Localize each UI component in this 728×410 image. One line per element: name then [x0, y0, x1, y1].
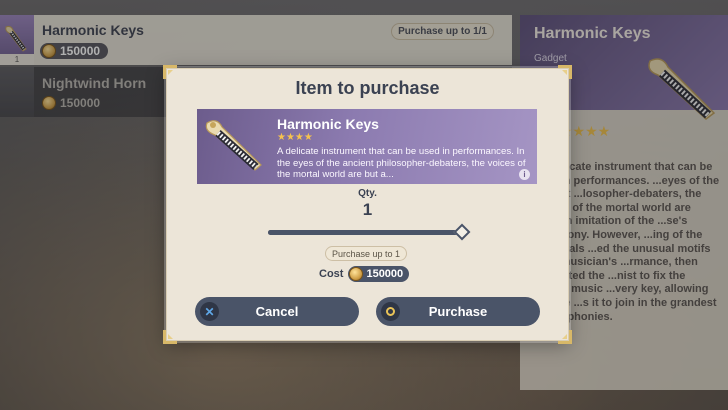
corner-ornament-icon	[163, 65, 177, 79]
purchase-dialog: Item to purchase Harmonic Keys ★★★★ A de…	[163, 65, 572, 344]
item-name: Harmonic Keys	[277, 116, 379, 132]
cost-value: 150000	[366, 268, 404, 280]
mora-coin-icon	[349, 267, 364, 281]
quantity-label: Qty.	[358, 188, 377, 199]
cancel-button[interactable]: ✕ Cancel	[195, 297, 359, 326]
cancel-button-label: Cancel	[255, 304, 299, 319]
dialog-title: Item to purchase	[295, 78, 440, 98]
item-description: A delicate instrument that can be used i…	[277, 146, 526, 180]
x-button-icon: ✕	[200, 302, 219, 321]
item-rarity-stars: ★★★★	[277, 132, 313, 143]
purchase-button[interactable]: Purchase	[376, 297, 540, 326]
slider-fill	[268, 230, 462, 235]
slider-thumb[interactable]	[453, 223, 471, 241]
corner-ornament-icon	[163, 330, 177, 344]
cost-value-pill: 150000	[348, 266, 410, 282]
item-card: Harmonic Keys ★★★★ A delicate instrument…	[197, 109, 537, 184]
quantity-value: 1	[362, 200, 373, 219]
cost-label: Cost	[319, 268, 344, 280]
corner-ornament-icon	[558, 65, 572, 79]
quantity-slider[interactable]	[268, 223, 471, 241]
purchase-button-label: Purchase	[428, 304, 488, 319]
harp-icon	[205, 120, 262, 171]
cost-row: Cost 150000	[319, 266, 410, 282]
corner-ornament-icon	[558, 330, 572, 344]
purchase-limit-label: Purchase up to 1	[325, 246, 408, 261]
circle-button-icon	[381, 302, 400, 321]
info-icon[interactable]: i	[519, 169, 530, 180]
